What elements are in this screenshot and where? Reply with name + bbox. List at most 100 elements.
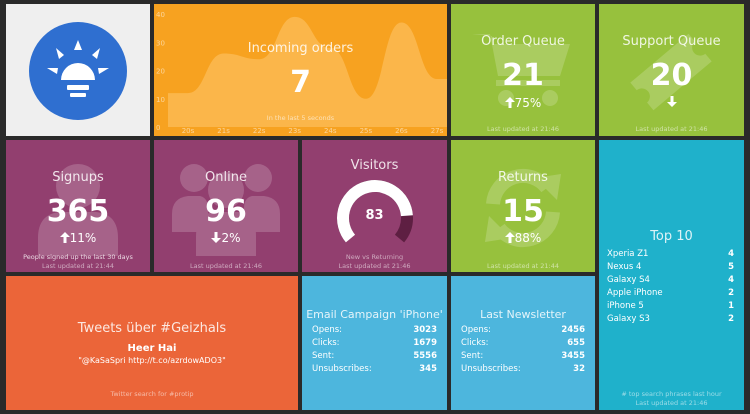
online-updated: Last updated at 21:46	[189, 262, 263, 270]
newsletter-stat-label: Sent:	[461, 351, 484, 361]
returns-updated: Last updated at 21:44	[486, 262, 560, 270]
tweets-title: Tweets über #Geizhals	[77, 321, 227, 336]
online-title: Online	[205, 170, 247, 185]
newsletter-stat-value: 655	[567, 338, 585, 348]
email-stat-value: 1679	[413, 338, 437, 348]
email-campaign-tile: Email Campaign 'iPhone' Opens: 3023 Clicks…	[302, 276, 447, 410]
logo-tile	[6, 4, 150, 136]
visitors-more-info: New vs Returning	[345, 253, 404, 261]
order-queue-title: Order Queue	[481, 34, 565, 49]
newsletter-stat: Unsubscribes: 32	[461, 363, 585, 376]
top10-item: iPhone 5 1	[607, 300, 734, 313]
support-queue-tile: Support Queue 20 Last updated at 21:46	[599, 4, 744, 136]
returns-change: 88%	[451, 231, 595, 245]
incoming-orders-xtick: 23s	[288, 127, 301, 135]
tweet-text: "@KaSaSpri http://t.co/azrdowADO3"	[78, 356, 226, 365]
support-queue-change	[599, 96, 744, 110]
top10-item-label: Nexus 4	[607, 262, 642, 272]
incoming-orders-xtick: 26s	[395, 127, 408, 135]
email-stat: Unsubscribes: 345	[312, 363, 437, 376]
online-change-value: 2%	[221, 231, 241, 245]
newsletter-stat-value: 32	[573, 364, 585, 374]
incoming-orders-tile: 40 30 20 10 0 20s 21s 22s 23s 24s 25s 26s 27s Incomi…	[154, 4, 447, 136]
email-stat: Opens: 3023	[312, 324, 437, 337]
top10-more-info: # top search phrases last hour	[621, 390, 722, 398]
email-stat: Sent: 5556	[312, 350, 437, 363]
order-queue-tile: Order Queue 21 75% Last updated at 21:46	[451, 4, 595, 136]
email-stat-label: Clicks:	[312, 338, 340, 348]
top10-item-label: iPhone 5	[607, 301, 644, 311]
online-value: 96	[205, 194, 247, 229]
email-stat-value: 345	[419, 364, 437, 374]
newsletter-stat: Sent: 3455	[461, 350, 585, 363]
arrow-down-icon	[666, 96, 677, 107]
signups-change-value: 11%	[69, 231, 97, 245]
arrow-up-icon	[504, 97, 515, 108]
top10-item: Apple iPhone 2	[607, 287, 734, 300]
email-stat-value: 5556	[413, 351, 437, 361]
top10-tile: Top 10 Xperia Z1 4 Nexus 4 5 Galaxy S4 4 Apple…	[599, 140, 744, 410]
top10-item-label: Galaxy S4	[607, 275, 650, 285]
order-queue-change-value: 75%	[514, 96, 542, 110]
signups-change: 11%	[6, 231, 150, 245]
returns-value: 15	[502, 194, 544, 229]
top10-item-value: 2	[728, 288, 734, 298]
incoming-orders-xtick: 24s	[324, 127, 337, 135]
incoming-orders-xtick: 22s	[253, 127, 266, 135]
top10-item-value: 4	[728, 249, 734, 259]
signups-updated: Last updated at 21:44	[41, 262, 115, 270]
visitors-title: Visitors	[350, 158, 399, 173]
email-stat-label: Unsubscribes:	[312, 364, 372, 374]
newsletter-stat-label: Unsubscribes:	[461, 364, 521, 374]
arrow-up-icon	[504, 232, 515, 243]
top10-item-label: Galaxy S3	[607, 314, 650, 324]
top10-item: Xperia Z1 4	[607, 248, 734, 261]
support-queue-title: Support Queue	[622, 34, 721, 49]
arrow-down-icon	[211, 232, 222, 243]
incoming-orders-more-info: In the last 5 seconds	[266, 114, 335, 122]
newsletter-stat: Clicks: 655	[461, 337, 585, 350]
arrow-up-icon	[59, 232, 70, 243]
newsletter-list: Opens: 2456 Clicks: 655 Sent: 3455 Unsubscribe…	[461, 324, 585, 376]
top10-item-value: 5	[728, 262, 734, 272]
incoming-orders-value: 7	[290, 65, 311, 100]
support-queue-updated: Last updated at 21:46	[635, 125, 708, 133]
newsletter-stat: Opens: 2456	[461, 324, 585, 337]
top10-item-label: Xperia Z1	[607, 249, 649, 259]
email-stat-label: Sent:	[312, 351, 335, 361]
incoming-orders-xtick: 20s	[182, 127, 195, 135]
top10-item-label: Apple iPhone	[607, 288, 663, 298]
visitors-value: 83	[365, 208, 384, 223]
order-queue-value: 21	[502, 58, 544, 93]
incoming-orders-ytick: 0	[156, 124, 160, 132]
tweet-author: Heer Hai	[127, 343, 177, 354]
email-stat: Clicks: 1679	[312, 337, 437, 350]
sun-bulb-logo-icon	[29, 22, 127, 120]
order-queue-change: 75%	[451, 96, 595, 110]
top10-item-value: 2	[728, 314, 734, 324]
email-stat-value: 3023	[413, 325, 437, 335]
newsletter-stat-label: Opens:	[461, 325, 491, 335]
incoming-orders-xtick: 27s	[431, 127, 444, 135]
top10-list: Xperia Z1 4 Nexus 4 5 Galaxy S4 4 Apple iPhone…	[607, 248, 734, 326]
signups-value: 365	[46, 194, 110, 229]
newsletter-stat-value: 3455	[561, 351, 585, 361]
email-campaign-title: Email Campaign 'iPhone'	[306, 308, 443, 321]
top10-title: Top 10	[650, 229, 693, 244]
top10-item-value: 4	[728, 275, 734, 285]
top10-item: Galaxy S3 2	[607, 313, 734, 326]
top10-updated: Last updated at 21:46	[635, 399, 708, 407]
visitors-tile: Visitors 83 New vs Returning Last update…	[302, 140, 447, 272]
newsletter-title: Last Newsletter	[480, 308, 566, 321]
online-change: 2%	[154, 231, 298, 245]
signups-more-info: People signed up the last 30 days	[23, 253, 133, 261]
signups-tile: Signups 365 11% People signed up the las…	[6, 140, 150, 272]
incoming-orders-ytick: 40	[156, 11, 165, 19]
email-campaign-list: Opens: 3023 Clicks: 1679 Sent: 5556 Unsubscrib…	[312, 324, 437, 376]
email-stat-label: Opens:	[312, 325, 342, 335]
order-queue-updated: Last updated at 21:46	[486, 125, 560, 133]
support-queue-value: 20	[650, 58, 693, 93]
tweets-tile: Tweets über #Geizhals Heer Hai "@KaSaSpr…	[6, 276, 298, 410]
incoming-orders-xtick: 25s	[360, 127, 373, 135]
online-tile: Online 96 2% Last updated at 21:46	[154, 140, 298, 272]
